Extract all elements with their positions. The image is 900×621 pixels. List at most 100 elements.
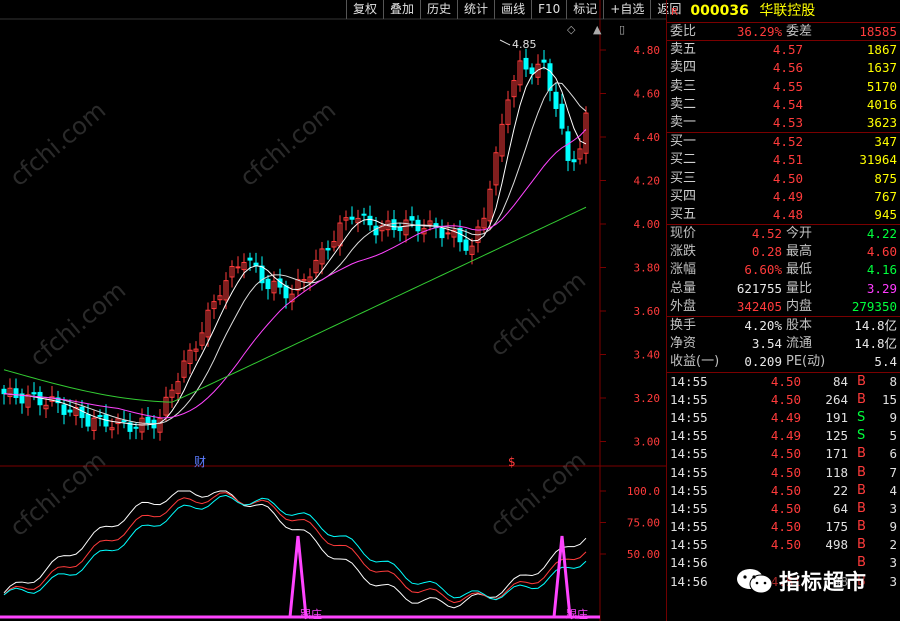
buy-row[interactable]: 买五 4.48 945: [667, 206, 900, 224]
tick-count: 2: [889, 537, 897, 553]
fund-row: 收益(一) 0.209 PE(动) 5.4: [667, 353, 900, 371]
peak-price-label: 4.85: [512, 38, 537, 51]
candle-body: [265, 278, 271, 290]
candle-body: [559, 103, 565, 129]
add-favorite-button[interactable]: +自选: [603, 0, 650, 19]
sell-row[interactable]: 卖一 4.53 3623: [667, 114, 900, 132]
stats-button[interactable]: 统计: [457, 0, 494, 19]
tick-side: B: [857, 519, 866, 535]
tick-time: 14:56: [670, 555, 708, 571]
chart-area[interactable]: 4.80 4.60 4.40 4.20 4.00 3.80 3.60 3.40 3.20 3.00…: [0, 0, 681, 621]
stat-value: 4.60: [866, 244, 897, 260]
history-button[interactable]: 历史: [420, 0, 457, 19]
stat-value: 342405: [736, 298, 782, 314]
tick-row[interactable]: 14:55 4.50 22 B 4: [667, 482, 900, 500]
price-axis-label: 4.00: [634, 218, 661, 231]
sell-price: 4.57: [772, 42, 803, 58]
finance-marker: 财: [194, 455, 206, 469]
stat-label: 最高: [786, 244, 813, 260]
stat-label: 涨跌: [670, 244, 697, 260]
tick-row[interactable]: 14:55 4.50 118 B 7: [667, 464, 900, 482]
fund-label: 股本: [786, 318, 813, 333]
sell-volume: 1867: [866, 42, 897, 58]
weicha-value: 18585: [859, 24, 897, 39]
buy-row[interactable]: 买二 4.51 31964: [667, 151, 900, 169]
buy-row[interactable]: 买三 4.50 875: [667, 170, 900, 188]
tick-price: 4.50: [770, 482, 801, 498]
tick-volume: 22: [832, 482, 848, 498]
candle-body: [571, 159, 577, 163]
tick-row[interactable]: 14:55 4.50 498 B 2: [667, 536, 900, 554]
tick-volume: 175: [825, 519, 848, 535]
tick-count: 3: [889, 555, 897, 571]
fund-value: 14.8亿: [854, 336, 897, 352]
candle-body: [523, 57, 529, 70]
candle-body: [529, 67, 535, 74]
tick-time: 14:56: [670, 573, 708, 589]
stat-value: 0.28: [751, 244, 782, 260]
tick-volume: 191: [825, 409, 848, 425]
triangle-icon[interactable]: ▲: [593, 23, 601, 36]
tick-list[interactable]: 14:55 4.50 84 B 8 14:55 4.50 2 64 B 15 14:55 4.49 191…: [667, 371, 900, 591]
tick-row[interactable]: 14:55 4.50 171 B 6: [667, 445, 900, 463]
tick-count: 15: [881, 391, 897, 407]
stat-label: 涨幅: [670, 262, 697, 278]
buy-price: 4.50: [772, 170, 803, 186]
price-axis-label: 3.60: [634, 305, 661, 318]
tick-row[interactable]: 14:55 4.49 125 S 5: [667, 427, 900, 445]
f10-button[interactable]: F10: [531, 0, 566, 19]
overlay-button[interactable]: 叠加: [383, 0, 420, 19]
stat-row: 现价 4.52 今开 4.22: [667, 225, 900, 243]
sell-row[interactable]: 卖五 4.57 1867: [667, 41, 900, 59]
fund-value: 14.8亿: [854, 318, 897, 333]
tick-row[interactable]: 14:55 4.49 191 S 9: [667, 409, 900, 427]
candle-body: [79, 406, 85, 419]
tick-row[interactable]: 14:55 4.50 175 B 9: [667, 518, 900, 536]
tick-row[interactable]: 14:55 4.50 84 B 8: [667, 373, 900, 391]
price-axis-label: 3.80: [634, 262, 661, 275]
tick-time: 14:55: [670, 500, 708, 516]
signal-spike: [552, 535, 572, 618]
tick-volume: 84: [832, 373, 848, 389]
wechat-badge: 指标超市: [735, 566, 867, 596]
sell-price: 4.53: [772, 114, 803, 130]
sell-row[interactable]: 卖四 4.56 1637: [667, 59, 900, 77]
tick-price: 4.49: [770, 409, 801, 425]
tick-side: B: [857, 391, 866, 407]
tick-count: 8: [889, 373, 897, 389]
tick-count: 3: [889, 573, 897, 589]
stock-name: 华联控股: [759, 3, 816, 19]
tick-row[interactable]: 14:55 4.50 64 B 3: [667, 500, 900, 518]
sell-label: 卖三: [670, 78, 697, 94]
tick-count: 4: [889, 482, 897, 498]
diamond-icon[interactable]: ◇: [567, 23, 575, 36]
gen-zhuang-label: 跟庄: [300, 607, 322, 621]
mark-button[interactable]: 标记: [566, 0, 603, 19]
tick-row[interactable]: 14:55 4.50 264 B 15: [667, 391, 900, 409]
tick-time: 14:55: [670, 409, 708, 425]
wechat-icon: [737, 569, 773, 594]
candle-body: [373, 225, 379, 236]
tick-volume: 64: [832, 500, 848, 516]
buy-volume: 875: [874, 170, 897, 186]
buy-row[interactable]: 买四 4.49 767: [667, 188, 900, 206]
weibi-label: 委比: [670, 24, 697, 39]
candle-body: [283, 285, 289, 299]
window-icon[interactable]: ▯: [619, 23, 625, 36]
buy-label: 买五: [670, 206, 697, 222]
sell-row[interactable]: 卖三 4.55 5170: [667, 78, 900, 96]
tick-count: 9: [889, 409, 897, 425]
weibi-value: 36.29%: [736, 24, 782, 39]
buy-row[interactable]: 买一 4.52 347: [667, 133, 900, 151]
fund-value: 0.209: [744, 354, 782, 370]
draw-line-button[interactable]: 画线: [494, 0, 531, 19]
candle-body: [67, 409, 73, 413]
stat-row: 外盘 342405 内盘 279350: [667, 298, 900, 316]
sell-price: 4.55: [772, 78, 803, 94]
fuquan-button[interactable]: 复权: [346, 0, 383, 19]
sell-row[interactable]: 卖二 4.54 4016: [667, 96, 900, 114]
sell-label: 卖五: [670, 42, 697, 58]
top-icons: ◇ ▲ ▯: [567, 23, 639, 36]
tick-time: 14:55: [670, 537, 708, 553]
buy-label: 买二: [670, 152, 697, 168]
